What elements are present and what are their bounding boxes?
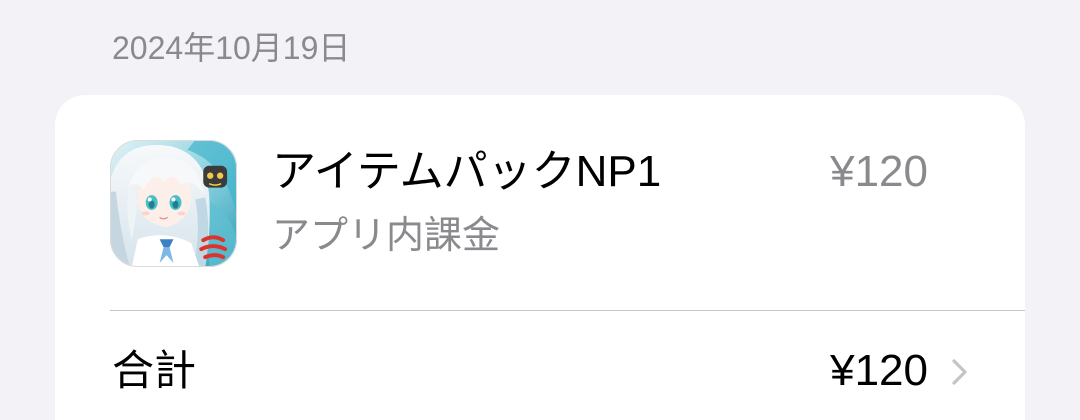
chevron-right-icon[interactable] xyxy=(948,357,970,387)
item-price: ¥120 xyxy=(830,147,928,196)
item-type-label: アプリ内課金 xyxy=(272,215,501,257)
total-row[interactable]: 合計 ¥120 xyxy=(55,311,1025,420)
app-icon xyxy=(110,140,237,267)
total-amount: ¥120 xyxy=(830,346,928,395)
item-title: アイテムパックNP1 xyxy=(272,147,662,196)
purchase-date-header: 2024年10月19日 xyxy=(112,30,351,66)
purchase-item-row: アイテムパックNP1 アプリ内課金 ¥120 xyxy=(55,95,1025,310)
total-label: 合計 xyxy=(112,347,197,394)
purchase-card: アイテムパックNP1 アプリ内課金 ¥120 合計 ¥120 xyxy=(55,95,1025,420)
